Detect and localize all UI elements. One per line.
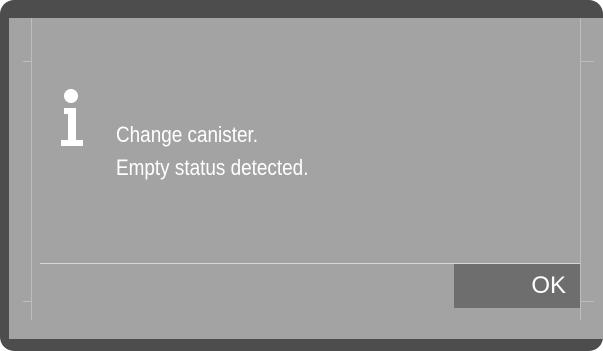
device-bezel: Change canister. Empty status detected. … xyxy=(0,0,603,351)
message-line-1: Change canister. xyxy=(116,122,258,147)
ok-button[interactable]: OK xyxy=(454,264,580,308)
guide-tick xyxy=(23,61,32,62)
guide-tick xyxy=(580,301,594,302)
guide-line-right xyxy=(580,18,581,320)
guide-line-left xyxy=(31,18,32,320)
guide-tick xyxy=(580,61,594,62)
display-screen: Change canister. Empty status detected. … xyxy=(9,18,603,339)
dialog-message: Change canister. Empty status detected. xyxy=(116,118,308,184)
info-icon xyxy=(61,89,83,146)
message-line-2: Empty status detected. xyxy=(116,155,309,180)
screen-bottom-band xyxy=(9,320,603,339)
guide-tick xyxy=(23,301,32,302)
